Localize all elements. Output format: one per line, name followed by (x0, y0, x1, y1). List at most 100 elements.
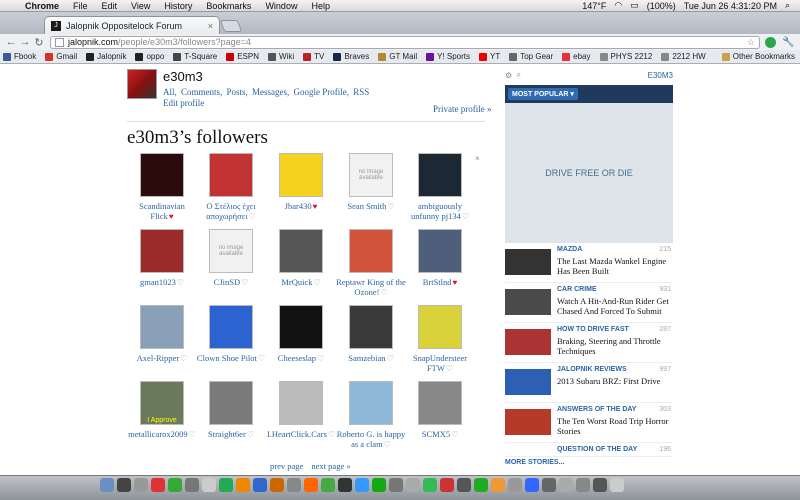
heart-icon[interactable]: ♡ (189, 430, 196, 439)
heart-icon[interactable]: ♡ (317, 354, 324, 363)
follower-avatar[interactable] (349, 229, 393, 273)
link-comments[interactable]: Comments, (181, 87, 222, 97)
follower-name[interactable]: Samzebian (348, 353, 385, 363)
follower-avatar[interactable] (418, 305, 462, 349)
bookmark-item[interactable]: Gmail (45, 52, 77, 61)
dock-app-icon[interactable] (253, 478, 267, 492)
link-rss[interactable]: RSS (353, 87, 369, 97)
story-item[interactable]: MAZDA 215 The Last Mazda Wankel Engine Has… (505, 243, 673, 283)
wrench-menu-icon[interactable]: 🔧 (782, 37, 794, 48)
story-headline[interactable]: 2013 Subaru BRZ: First Drive (557, 376, 673, 386)
ad-banner[interactable]: DRIVE FREE OR DIE (505, 103, 673, 243)
follower-name[interactable]: Reptawr King of the Ozone! (336, 277, 406, 297)
story-thumbnail[interactable] (505, 369, 551, 395)
bookmark-item[interactable]: ESPN (226, 52, 259, 61)
menu-bookmarks[interactable]: Bookmarks (199, 1, 258, 11)
bookmark-item[interactable]: GT Mail (378, 52, 417, 61)
link-messages[interactable]: Messages, (252, 87, 289, 97)
story-category[interactable]: ANSWERS OF THE DAY (557, 406, 636, 413)
follower-card[interactable]: SCMX5♡ (405, 381, 475, 440)
follower-name[interactable]: I.HeartClick.Cars (267, 429, 327, 439)
heart-icon[interactable]: ♥ (313, 202, 318, 211)
profile-username[interactable]: e30m3 (163, 69, 203, 84)
story-category[interactable]: CAR CRIME (557, 286, 597, 293)
story-item[interactable]: JALOPNIK REVIEWS 997 2013 Subaru BRZ: Firs… (505, 363, 673, 403)
menu-history[interactable]: History (157, 1, 199, 11)
dock-app-icon[interactable] (151, 478, 165, 492)
follower-avatar[interactable] (140, 305, 184, 349)
story-item[interactable]: CAR CRIME 931 Watch A Hit-And-Run Rider Ge… (505, 283, 673, 323)
follower-card[interactable]: no image available CJinSD♡ (196, 229, 266, 288)
follower-name[interactable]: SCMX5 (422, 429, 450, 439)
story-item[interactable]: ANSWERS OF THE DAY 303 The Ten Worst Road … (505, 403, 673, 443)
dock-app-icon[interactable] (423, 478, 437, 492)
story-thumbnail[interactable] (505, 249, 551, 275)
follower-card[interactable]: Reptawr King of the Ozone!♡ (336, 229, 406, 298)
follower-name[interactable]: CJinSD (214, 277, 240, 287)
dock-app-icon[interactable] (491, 478, 505, 492)
dock-app-icon[interactable] (457, 478, 471, 492)
heart-icon[interactable]: ♡ (180, 354, 187, 363)
follower-card[interactable]: ambiguously unfunny pj134♡ (405, 153, 475, 222)
follower-name[interactable]: metallicarox2009 (128, 429, 187, 439)
follower-name[interactable]: Straight6er (208, 429, 246, 439)
avatar[interactable] (127, 69, 157, 99)
link-posts[interactable]: Posts, (227, 87, 248, 97)
search-icon[interactable]: ⌕ (517, 70, 521, 80)
follower-card[interactable]: Jbar430♥ (266, 153, 336, 212)
follower-card[interactable]: Samzebian♡ (336, 305, 406, 364)
bookmark-item[interactable]: Fbook (3, 52, 36, 61)
dock-app-icon[interactable] (576, 478, 590, 492)
dock-app-icon[interactable] (134, 478, 148, 492)
private-profile-link[interactable]: Private profile » (433, 104, 491, 114)
follower-avatar[interactable] (209, 305, 253, 349)
heart-icon[interactable]: ♡ (384, 440, 391, 449)
dock-app-icon[interactable] (593, 478, 607, 492)
menu-edit[interactable]: Edit (95, 1, 125, 11)
dock-app-icon[interactable] (321, 478, 335, 492)
heart-icon[interactable]: ♥ (169, 212, 174, 221)
back-icon[interactable]: ← (4, 36, 18, 48)
story-headline[interactable]: Watch A Hit-And-Run Rider Get Chased And… (557, 296, 673, 316)
heart-icon[interactable]: ♡ (328, 430, 335, 439)
story-item[interactable]: QUESTION OF THE DAY 196 (505, 443, 673, 457)
follower-name[interactable]: MrQuick (281, 277, 312, 287)
dock-app-icon[interactable] (100, 478, 114, 492)
link-all[interactable]: All, (163, 87, 177, 97)
heart-icon[interactable]: ♡ (446, 364, 453, 373)
story-thumbnail[interactable] (505, 409, 551, 435)
menu-file[interactable]: File (66, 1, 95, 11)
story-thumbnail[interactable] (505, 289, 551, 315)
follower-avatar[interactable]: no image available (349, 153, 393, 197)
dock-app-icon[interactable] (270, 478, 284, 492)
edit-profile-link[interactable]: Edit profile (163, 98, 204, 108)
follower-name[interactable]: Jbar430 (285, 201, 312, 211)
heart-icon[interactable]: ♡ (241, 278, 248, 287)
heart-icon[interactable]: ♡ (387, 202, 394, 211)
dock-app-icon[interactable] (236, 478, 250, 492)
follower-card[interactable]: Axel-Ripper♡ (127, 305, 197, 364)
follower-card[interactable]: gman1023♡ (127, 229, 197, 288)
dock-app-icon[interactable] (304, 478, 318, 492)
settings-icon[interactable]: ⚙ (505, 71, 512, 80)
story-category[interactable]: MAZDA (557, 246, 582, 253)
reload-icon[interactable]: ↻ (32, 36, 46, 49)
dock-app-icon[interactable] (440, 478, 454, 492)
heart-icon[interactable]: ♡ (177, 278, 184, 287)
bookmark-item[interactable]: T-Square (173, 52, 217, 61)
dock-app-icon[interactable] (610, 478, 624, 492)
most-popular-dropdown[interactable]: MOST POPULAR ▾ (508, 88, 578, 100)
follower-card[interactable]: no image available Sean Smith♡ (336, 153, 406, 212)
bookmark-item[interactable]: oppo (135, 52, 164, 61)
follower-name[interactable]: SnapUndersteer FTW (413, 353, 467, 373)
prev-page-link[interactable]: prev page (270, 461, 303, 471)
bookmark-item[interactable]: Wiki (267, 52, 294, 61)
follower-card[interactable]: MrQuick♡ (266, 229, 336, 288)
follower-card[interactable]: Ο Στέλιος έχει αποχωρήσει♡ (196, 153, 266, 222)
follower-name[interactable]: Sean Smith (347, 201, 386, 211)
bookmark-item[interactable]: Braves (333, 52, 369, 61)
story-category[interactable]: QUESTION OF THE DAY (557, 446, 637, 453)
follower-name[interactable]: Scandinavian Flick (139, 201, 185, 221)
story-category[interactable]: HOW TO DRIVE FAST (557, 326, 629, 333)
follower-card[interactable]: Roberto G. is happy as a clam♡ (336, 381, 406, 450)
